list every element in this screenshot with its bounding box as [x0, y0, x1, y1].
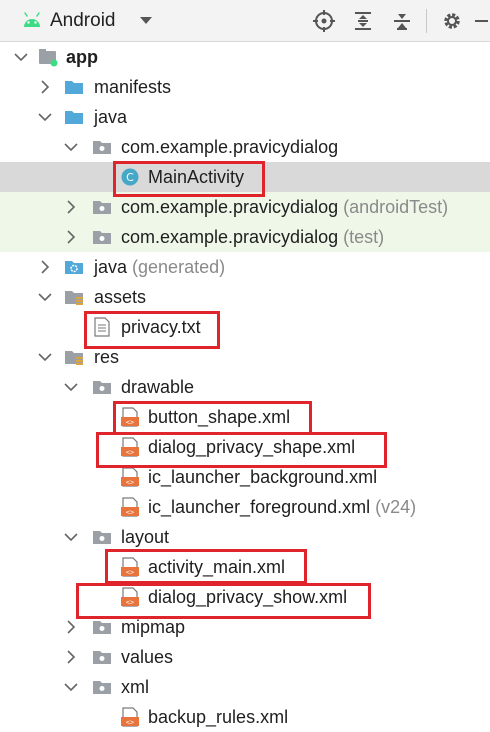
tree-row[interactable]: layout [0, 522, 490, 552]
chevron-down-icon[interactable] [64, 680, 78, 694]
xml-file-icon: <> [121, 707, 139, 727]
chevron-right-icon[interactable] [64, 650, 78, 664]
tree-row[interactable]: app [0, 42, 490, 72]
tree-row-label: com.example.pravicydialog (androidTest) [121, 197, 449, 217]
folder-icon [65, 81, 83, 94]
tree-row[interactable]: <> ic_launcher_foreground.xml (v24) [0, 492, 490, 522]
xml-file-icon: <> [121, 467, 139, 487]
chevron-down-icon[interactable] [64, 380, 78, 394]
tree-row[interactable]: com.example.pravicydialog (test) [0, 222, 490, 252]
tree-row-label: java [94, 107, 128, 127]
chevron-right-icon[interactable] [64, 620, 78, 634]
svg-text:<>: <> [126, 479, 134, 487]
xml-file-icon: <> [121, 497, 139, 517]
highlight-privacy-txt [84, 311, 220, 349]
module-icon [39, 49, 58, 67]
tree-row[interactable]: manifests [0, 72, 490, 102]
tree-row[interactable]: java [0, 102, 490, 132]
expand-all-icon[interactable] [352, 10, 374, 32]
tree-row-label: drawable [121, 377, 195, 397]
dropdown-chevron-icon[interactable] [140, 17, 152, 25]
hide-icon[interactable] [474, 10, 490, 32]
resource-folder-icon [65, 351, 83, 365]
tree-row-label: res [94, 347, 120, 367]
tree-row-label: ic_launcher_background.xml [148, 467, 378, 487]
svg-text:<>: <> [126, 509, 134, 517]
toolbar-separator [426, 9, 427, 33]
tree-row-label: mipmap [121, 617, 186, 637]
tree-row-suffix: (generated) [127, 257, 226, 277]
chevron-down-icon[interactable] [38, 290, 52, 304]
package-icon [93, 381, 111, 394]
tree-row[interactable]: res [0, 342, 490, 372]
highlight-dialog-privacy-shape [96, 432, 387, 468]
tree-row-label: app [66, 47, 99, 67]
highlight-button-shape [113, 401, 312, 435]
package-icon [93, 231, 111, 244]
tree-row-label: values [121, 647, 174, 667]
chevron-right-icon[interactable] [64, 200, 78, 214]
tree-row-label: assets [94, 287, 147, 307]
tree-row-label: backup_rules.xml [148, 707, 289, 727]
highlight-dialog-privacy-show [76, 583, 371, 619]
package-icon [93, 201, 111, 214]
tree-row[interactable]: drawable [0, 372, 490, 402]
tree-row[interactable]: com.example.pravicydialog [0, 132, 490, 162]
chevron-right-icon[interactable] [38, 80, 52, 94]
chevron-down-icon[interactable] [14, 50, 28, 64]
highlight-mainactivity [113, 161, 265, 197]
package-icon [93, 621, 111, 634]
collapse-all-icon[interactable] [391, 10, 413, 32]
package-icon [93, 681, 111, 694]
tree-row-label: manifests [94, 77, 172, 97]
android-icon [24, 12, 40, 27]
package-icon [93, 531, 111, 544]
tree-row[interactable]: values [0, 642, 490, 672]
folder-icon [65, 111, 83, 124]
project-toolbar: Android [0, 0, 490, 42]
tree-row[interactable]: java (generated) [0, 252, 490, 282]
tree-row[interactable]: privacy.txt [0, 312, 490, 342]
gear-icon[interactable] [441, 10, 463, 32]
tree-row[interactable]: assets [0, 282, 490, 312]
tree-row-label: ic_launcher_foreground.xml (v24) [148, 497, 417, 517]
svg-text:<>: <> [126, 719, 134, 727]
tree-row[interactable]: xml [0, 672, 490, 702]
tree-row-suffix: (v24) [370, 497, 417, 517]
tree-row-label: java (generated) [94, 257, 226, 277]
tree-row-label: com.example.pravicydialog (test) [121, 227, 385, 247]
chevron-down-icon[interactable] [38, 350, 52, 364]
chevron-right-icon[interactable] [38, 260, 52, 274]
project-tree: app manifests java com.example.pravicydialo… [0, 42, 490, 727]
project-view-selector[interactable]: Android [50, 10, 116, 32]
package-icon [93, 651, 111, 664]
package-icon [93, 141, 111, 154]
tree-row-suffix: (androidTest) [338, 197, 449, 217]
chevron-down-icon[interactable] [38, 110, 52, 124]
chevron-down-icon[interactable] [64, 530, 78, 544]
tree-row[interactable]: <> backup_rules.xml [0, 702, 490, 732]
resource-folder-icon [65, 291, 83, 305]
chevron-right-icon[interactable] [64, 230, 78, 244]
chevron-down-icon[interactable] [64, 140, 78, 154]
locate-icon[interactable] [313, 10, 335, 32]
tree-row-label: layout [121, 527, 170, 547]
tree-row-label: xml [121, 677, 149, 697]
tree-row-label: com.example.pravicydialog [121, 137, 339, 157]
highlight-activity-main [105, 549, 307, 584]
generated-folder-icon [65, 261, 83, 274]
tree-row-suffix: (test) [338, 227, 385, 247]
